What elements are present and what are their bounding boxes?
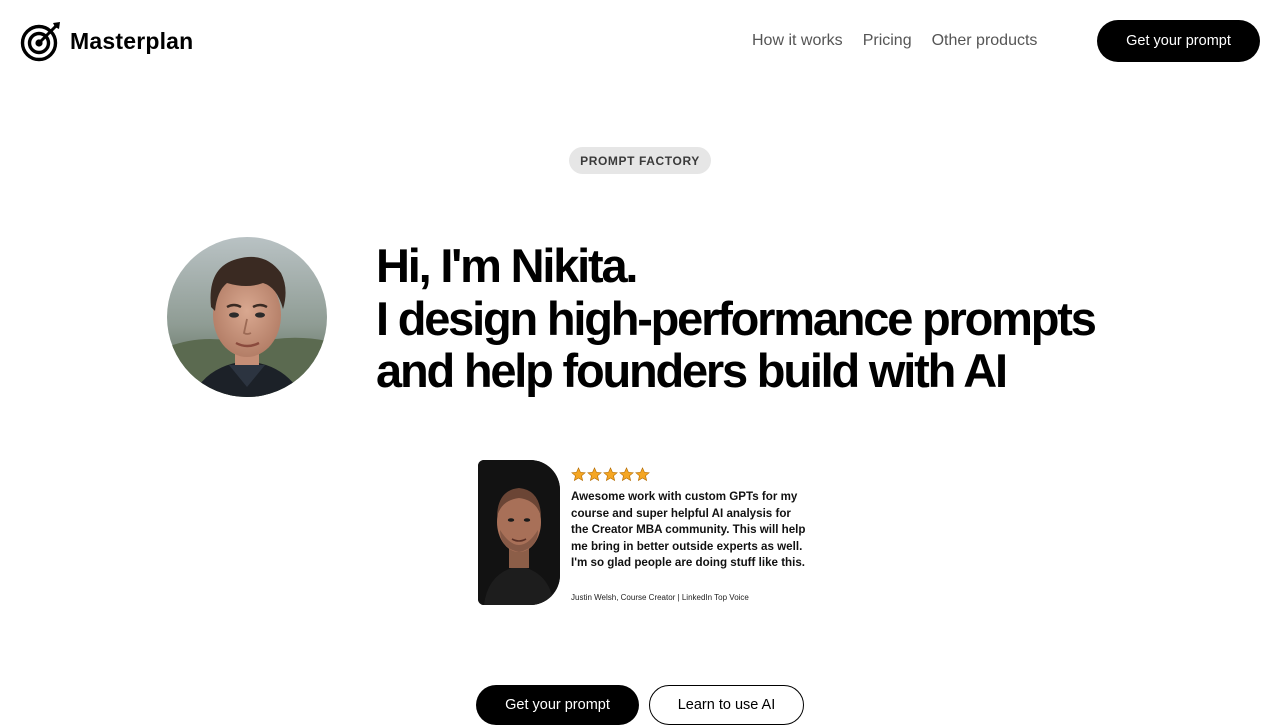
testimonial-author-photo [478, 460, 560, 605]
testimonial-quote: Awesome work with custom GPTs for my cou… [571, 490, 806, 569]
nav-pricing[interactable]: Pricing [863, 30, 912, 52]
brand-logo-link[interactable]: Masterplan [20, 21, 193, 62]
author-avatar-photo [167, 237, 327, 397]
target-dart-icon [20, 22, 60, 62]
star-icon [603, 467, 618, 482]
star-rating [571, 467, 650, 482]
site-header: Masterplan How it works Pricing Other pr… [0, 0, 1280, 84]
nav-other-products[interactable]: Other products [932, 30, 1038, 52]
star-icon [619, 467, 634, 482]
header-get-prompt-button[interactable]: Get your prompt [1097, 20, 1260, 62]
testimonial-card: Awesome work with custom GPTs for my cou… [478, 460, 808, 606]
learn-ai-button[interactable]: Learn to use AI [649, 685, 804, 725]
brand-name: Masterplan [70, 28, 194, 54]
nav-how-it-works[interactable]: How it works [752, 30, 843, 52]
hero-heading-line-2: I design high-performance prompts [376, 291, 1097, 345]
star-icon [635, 467, 650, 482]
star-icon [571, 467, 586, 482]
section-badge: PROMPT FACTORY [569, 147, 711, 174]
get-prompt-button[interactable]: Get your prompt [476, 685, 639, 725]
star-icon [587, 467, 602, 482]
main-nav: How it works Pricing Other products [752, 30, 1037, 52]
hero-heading-line-1: Hi, I'm Nikita. [376, 239, 638, 292]
hero-heading-line-3: and help founders build with AI [376, 344, 1008, 397]
hero-heading: Hi, I'm Nikita. I design high-performanc… [376, 239, 1156, 398]
testimonial-author: Justin Welsh, Course Creator | LinkedIn … [571, 593, 749, 602]
